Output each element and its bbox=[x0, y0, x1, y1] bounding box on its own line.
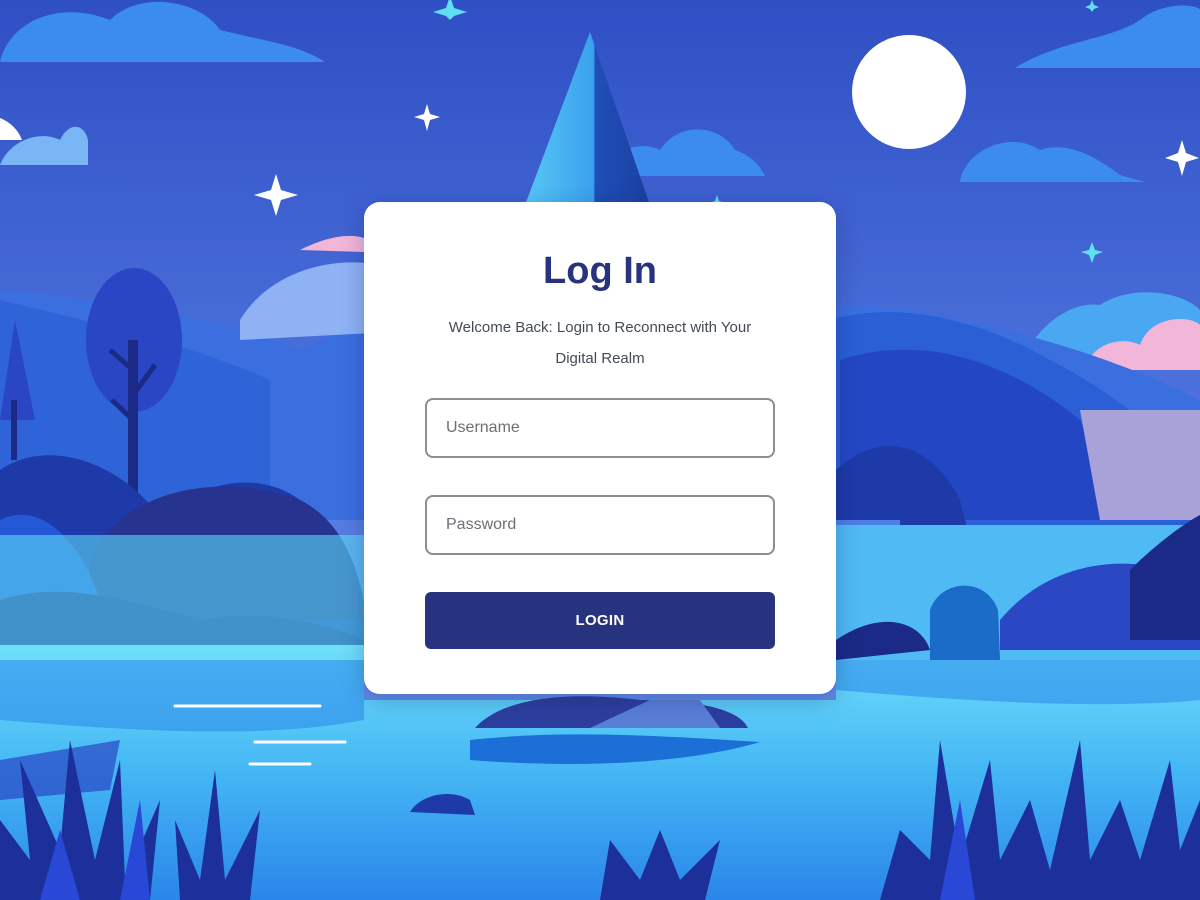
page-title: Log In bbox=[543, 250, 657, 292]
welcome-subtitle: Welcome Back: Login to Reconnect with Yo… bbox=[448, 319, 752, 367]
reflection bbox=[0, 660, 364, 732]
moon-icon bbox=[852, 35, 966, 149]
login-page: Log In Welcome Back: Login to Reconnect … bbox=[0, 0, 1200, 900]
login-button[interactable]: LOGIN bbox=[425, 592, 775, 649]
lake bbox=[0, 535, 364, 645]
login-card: Log In Welcome Back: Login to Reconnect … bbox=[364, 202, 836, 694]
username-input[interactable] bbox=[425, 398, 775, 458]
password-input[interactable] bbox=[425, 495, 775, 555]
hill bbox=[1080, 410, 1200, 520]
rock bbox=[930, 585, 1000, 660]
